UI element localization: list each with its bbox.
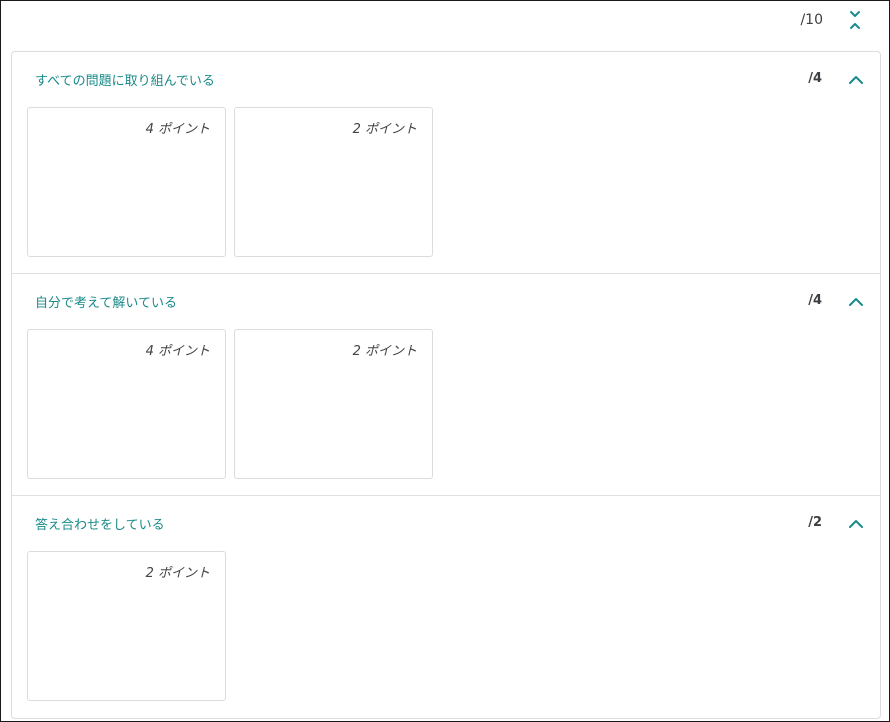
level-card[interactable]: 4 ポイント — [27, 329, 226, 479]
level-card[interactable]: 2 ポイント — [234, 329, 433, 479]
section-collapse-button[interactable] — [844, 290, 868, 314]
criterion-title[interactable]: すべての問題に取り組んでいる — [35, 70, 215, 89]
criterion-title[interactable]: 答え合わせをしている — [35, 514, 165, 533]
collapse-all-button[interactable] — [843, 8, 867, 32]
total-score: /10 — [800, 12, 823, 28]
criterion-section: 答え合わせをしている /2 2 ポイント — [12, 496, 880, 717]
chevron-up-icon — [849, 76, 863, 84]
criterion-score: /4 — [808, 293, 822, 308]
criterion-score: /4 — [808, 71, 822, 86]
section-collapse-button[interactable] — [844, 68, 868, 92]
criterion-section: すべての問題に取り組んでいる /4 4 ポイント 2 ポイント — [12, 52, 880, 273]
rubric-header: /10 — [1, 1, 889, 39]
level-points: 2 ポイント — [352, 122, 417, 137]
double-chevron-icon — [850, 11, 860, 29]
level-points: 2 ポイント — [145, 566, 210, 581]
criterion-title[interactable]: 自分で考えて解いている — [35, 292, 177, 311]
level-points: 4 ポイント — [145, 122, 210, 137]
rubric-frame: /10 すべての問題に取り組んでいる /4 4 ポイント 2 ポイント 自分で考… — [0, 0, 890, 722]
section-collapse-button[interactable] — [844, 512, 868, 536]
level-card[interactable]: 2 ポイント — [27, 551, 226, 701]
criterion-score: /2 — [808, 515, 822, 530]
chevron-up-icon — [849, 298, 863, 306]
criterion-section: 自分で考えて解いている /4 4 ポイント 2 ポイント — [12, 274, 880, 495]
level-points: 2 ポイント — [352, 344, 417, 359]
level-card[interactable]: 4 ポイント — [27, 107, 226, 257]
chevron-up-icon — [849, 520, 863, 528]
level-points: 4 ポイント — [145, 344, 210, 359]
criteria-panel: すべての問題に取り組んでいる /4 4 ポイント 2 ポイント 自分で考えて解い… — [11, 51, 881, 719]
level-card[interactable]: 2 ポイント — [234, 107, 433, 257]
